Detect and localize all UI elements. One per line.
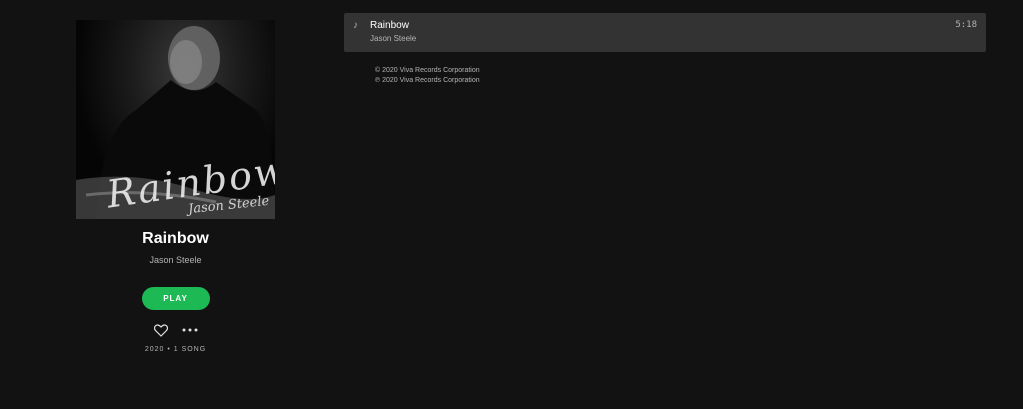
phonographic-copyright-line: ℗ 2020 Viva Records Corporation [375, 77, 480, 84]
music-note-icon: ♪ [353, 20, 358, 31]
play-button[interactable]: PLAY [141, 287, 210, 310]
copyright: © 2020 Viva Records Corporation ℗ 2020 V… [344, 66, 986, 86]
album-panel: Rainbow Jason Steele Rainbow Jason Steel… [76, 20, 275, 353]
copyright-line: © 2020 Viva Records Corporation [375, 67, 480, 74]
more-icon[interactable] [182, 328, 198, 332]
track-row[interactable]: ♪ Rainbow Jason Steele 5:18 [344, 13, 986, 52]
album-title: Rainbow [142, 230, 209, 247]
track-title: Rainbow [370, 20, 409, 31]
album-meta: 2020 • 1 SONG [144, 346, 207, 353]
track-artist-link[interactable]: Jason Steele [370, 34, 416, 43]
track-duration: 5:18 [955, 20, 977, 30]
album-cover[interactable]: Rainbow Jason Steele [76, 20, 275, 219]
album-page: Rainbow Jason Steele Rainbow Jason Steel… [0, 0, 1023, 409]
album-artist-link[interactable]: Jason Steele [149, 253, 201, 267]
heart-icon[interactable] [153, 323, 168, 337]
album-actions [153, 322, 198, 338]
tracklist: ♪ Rainbow Jason Steele 5:18 © 2020 Viva … [344, 13, 986, 86]
